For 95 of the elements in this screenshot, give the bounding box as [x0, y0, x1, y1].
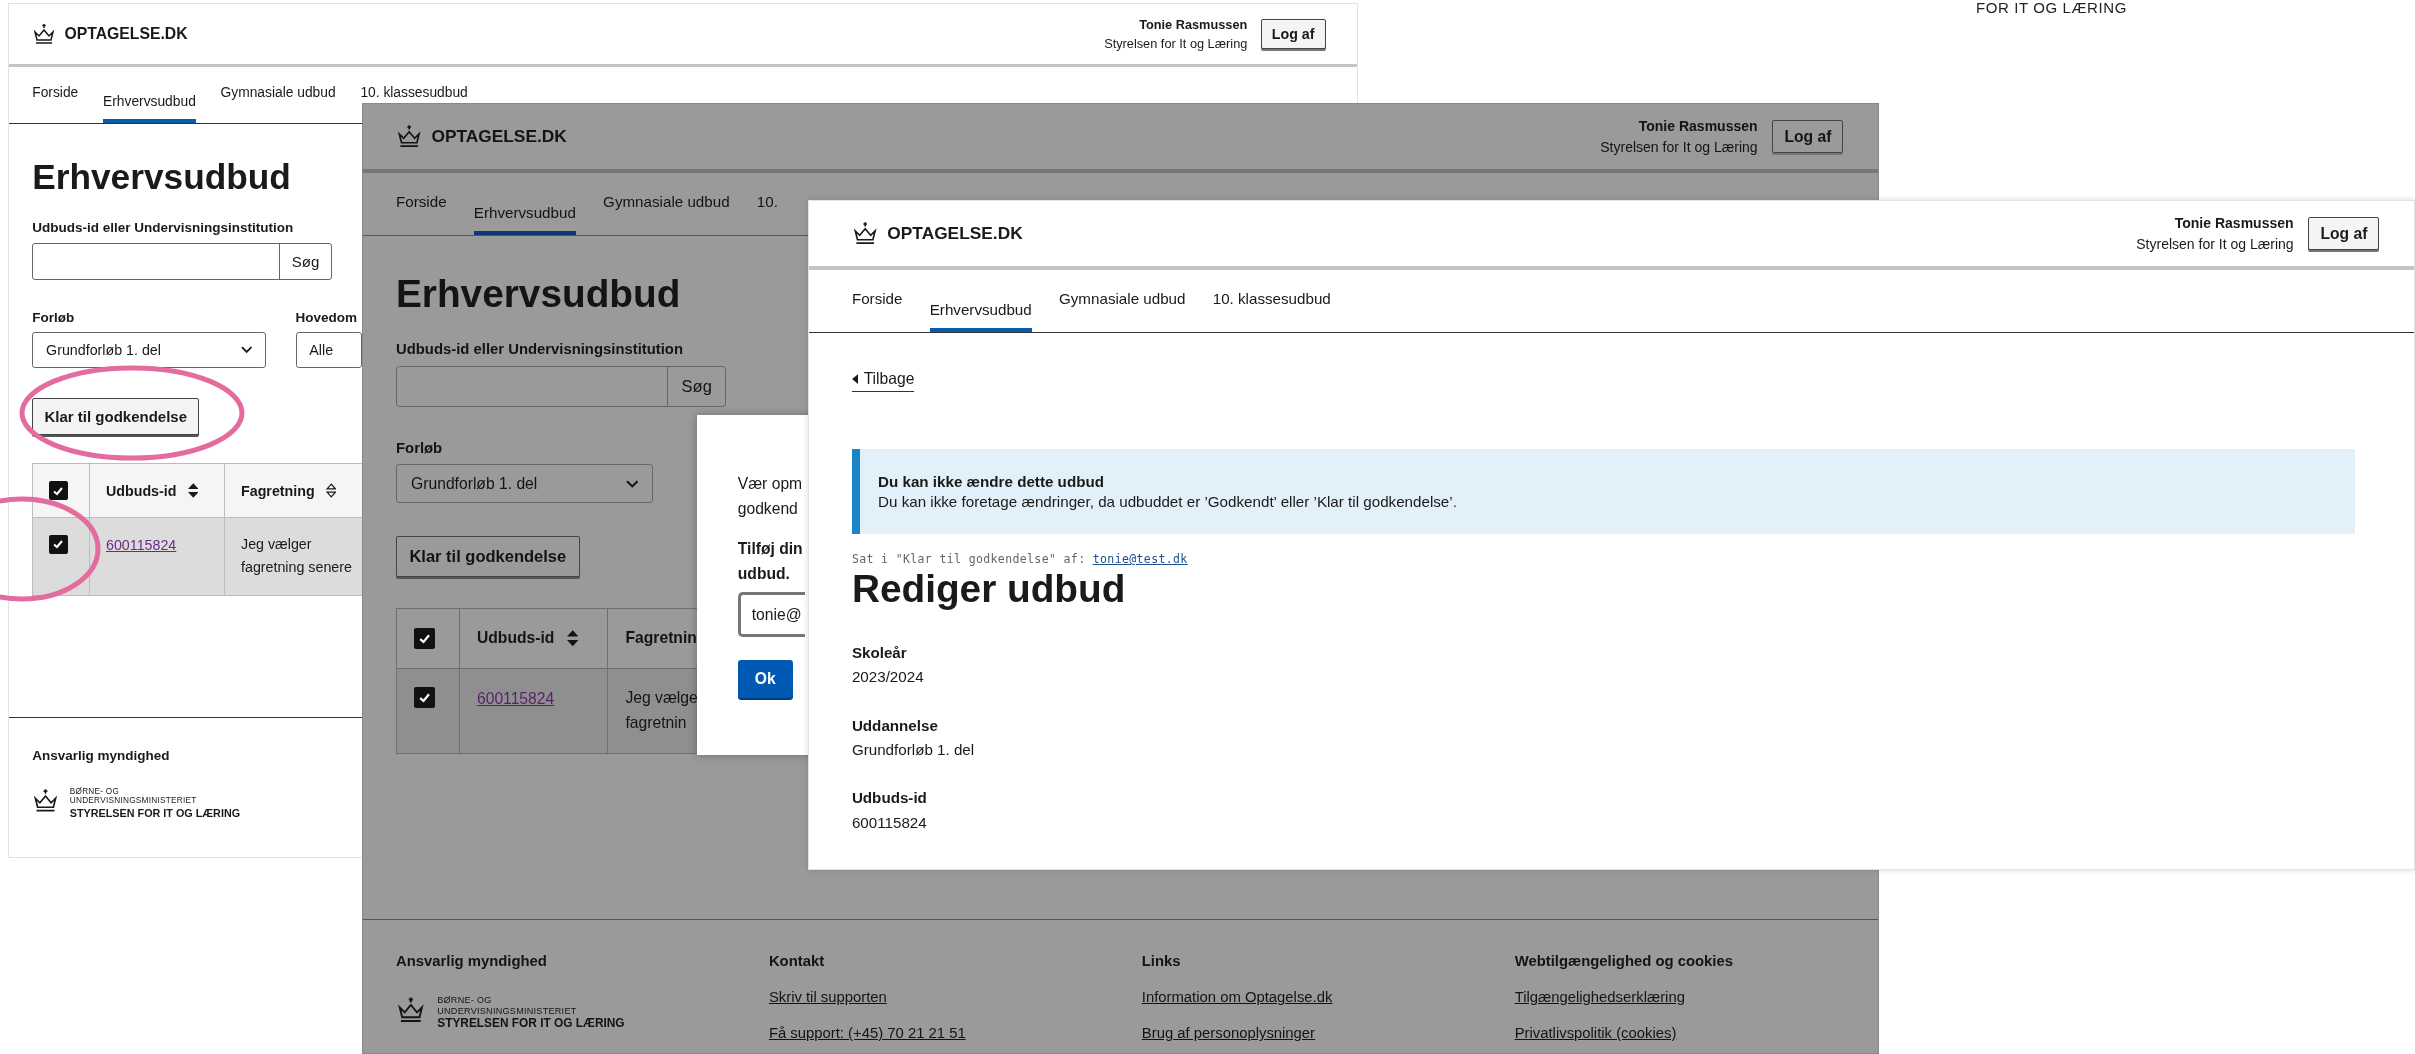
search-label: Udbuds-id eller Undervisningsinstitution — [396, 341, 683, 358]
dialog-text: godkend — [737, 499, 798, 520]
site-logo[interactable]: OPTAGELSE.DK — [431, 126, 567, 148]
ready-for-approval-button[interactable]: Klar til godkendelse — [396, 536, 580, 577]
nav-tab[interactable]: Gymnasiale udbud — [220, 67, 336, 104]
footer-heading: Kontakt — [768, 953, 825, 969]
page-title: Erhvervsudbud — [32, 155, 291, 198]
ready-for-approval-button[interactable]: Klar til godkendelse — [32, 398, 200, 435]
nav-tab[interactable]: Forside — [851, 270, 903, 311]
field-label: Skoleår — [851, 643, 907, 661]
chevron-icon — [241, 346, 253, 355]
footer-link[interactable]: Privatlivspolitik (cookies) — [1514, 1025, 1677, 1042]
footer-link[interactable]: Få support: (+45) 70 21 21 51 — [768, 1025, 966, 1042]
back-link[interactable]: Tilbage — [851, 370, 915, 392]
nav-tab[interactable]: 10. klassesudbud — [1212, 270, 1331, 311]
nav-tab[interactable]: Erhvervsudbud — [473, 173, 576, 235]
user-name: Tonie Rasmussen — [1638, 118, 1758, 135]
field-value: 600115824 — [851, 813, 927, 831]
field-value: 2023/2024 — [851, 668, 924, 686]
nav-tab[interactable]: Erhvervsudbud — [103, 67, 196, 123]
offer-id-link[interactable]: 600115824 — [477, 690, 555, 708]
footer-heading: Ansvarlig myndighed — [396, 953, 547, 969]
nav-tab[interactable]: 10. klassesudbud — [360, 67, 468, 104]
logout-button[interactable]: Log af — [1772, 120, 1844, 153]
footer-link[interactable]: Information om Optagelse.dk — [1141, 989, 1333, 1006]
organization-name: Styrelsen for It og Læring — [2136, 236, 2294, 253]
crown-icon — [32, 787, 60, 814]
ok-button[interactable]: Ok — [737, 660, 793, 701]
search-label: Udbuds-id eller Undervisningsinstitution — [32, 219, 294, 235]
logout-button[interactable]: Log af — [2308, 217, 2380, 250]
footer-heading: Links — [1141, 953, 1181, 969]
agency-name: STYRELSEN FOR IT OG LÆRING — [437, 1017, 625, 1032]
user-name: Tonie Rasmussen — [2174, 215, 2294, 232]
dialog-field-label: udbud. — [737, 564, 790, 585]
logout-button[interactable]: Log af — [1260, 19, 1326, 49]
field-value: Grundforløb 1. del — [851, 741, 975, 759]
checkmark-icon — [52, 538, 65, 551]
search-button[interactable]: Søg — [667, 367, 725, 407]
dialog-field-label: Tilføj din — [737, 539, 803, 560]
page-title: Erhvervsudbud — [396, 270, 681, 317]
email-link[interactable]: tonie@test.dk — [1092, 552, 1188, 567]
organization-name: Styrelsen for It og Læring — [1600, 139, 1758, 156]
footer-link[interactable]: Skriv til supporten — [768, 989, 887, 1006]
nav-tab[interactable]: Gymnasiale udbud — [603, 173, 730, 214]
email-input[interactable]: tonie@ — [737, 592, 806, 638]
ministry-name: UNDERVISNINGSMINISTERIET — [437, 1005, 578, 1017]
filter-select[interactable]: Grundforløb 1. del — [396, 464, 654, 504]
row-checkbox[interactable] — [414, 687, 435, 708]
search-field[interactable]: Søg — [396, 366, 726, 408]
field-label: Uddannelse — [851, 716, 938, 734]
nav-tab[interactable]: Gymnasiale udbud — [1059, 270, 1186, 311]
filter-label: Hovedom — [295, 310, 357, 326]
sort-icon[interactable] — [187, 483, 199, 499]
cropped-logo-text: FOR IT OG LÆRING — [1976, 0, 2127, 15]
nav-tab[interactable]: Erhvervsudbud — [929, 270, 1032, 332]
dialog-text: Vær opm — [737, 473, 803, 494]
user-name: Tonie Rasmussen — [1139, 16, 1248, 32]
filter-label: Forløb — [396, 440, 443, 457]
ministry-name: BØRNE- OG — [437, 995, 493, 1006]
nav-tab[interactable]: Forside — [396, 173, 447, 214]
ministry-name: UNDERVISNINGSMINISTERIET — [69, 796, 198, 806]
select-all-checkbox[interactable] — [49, 481, 68, 501]
filter-select[interactable]: Grundforløb 1. del — [32, 332, 267, 369]
crown-icon — [851, 220, 879, 247]
search-button[interactable]: Søg — [278, 243, 332, 280]
crown-icon — [396, 123, 423, 150]
select-all-checkbox[interactable] — [414, 627, 435, 649]
sort-icon[interactable] — [566, 630, 579, 647]
nav-tab[interactable]: 10. — [756, 173, 778, 214]
footer-heading: Ansvarlig myndighed — [32, 748, 170, 763]
footer-link[interactable]: Brug af personoplysninger — [1141, 1025, 1316, 1042]
crown-icon — [32, 22, 57, 46]
column-header[interactable]: Udbuds-id — [477, 629, 555, 648]
search-field[interactable]: Søg — [32, 242, 333, 281]
column-header[interactable]: Fagretning — [241, 482, 315, 499]
field-label: Udbuds-id — [851, 789, 927, 807]
filter-label: Forløb — [32, 310, 75, 326]
site-logo[interactable]: OPTAGELSE.DK — [64, 25, 188, 43]
site-logo[interactable]: OPTAGELSE.DK — [887, 223, 1023, 245]
column-header[interactable]: Udbuds-id — [106, 482, 177, 499]
alert-title: Du kan ikke ændre dette udbud — [878, 473, 1105, 491]
sort-icon[interactable] — [325, 483, 337, 499]
offer-id-link[interactable]: 600115824 — [106, 537, 177, 554]
footer-heading: Webtilgængelighed og cookies — [1514, 953, 1733, 969]
agency-name: STYRELSEN FOR IT OG LÆRING — [69, 807, 241, 820]
caret-icon — [851, 374, 859, 385]
footer-link[interactable]: Tilgængelighedserklæring — [1514, 989, 1685, 1006]
status-line: Sat i "Klar til godkendelse" af: tonie@test.dk — [851, 552, 1188, 567]
nav-tab[interactable]: Forside — [32, 67, 79, 104]
organization-name: Styrelsen for It og Læring — [1104, 36, 1248, 52]
column-header[interactable]: Fagretnin — [625, 629, 697, 648]
row-checkbox[interactable] — [49, 534, 68, 554]
ministry-name: BØRNE- OG — [69, 787, 121, 797]
chevron-icon — [625, 479, 639, 489]
alert-text: Du kan ikke foretage ændringer, da udbuddet er ’Godkendt’ eller ’Klar til godkendelse’. — [878, 492, 1458, 510]
